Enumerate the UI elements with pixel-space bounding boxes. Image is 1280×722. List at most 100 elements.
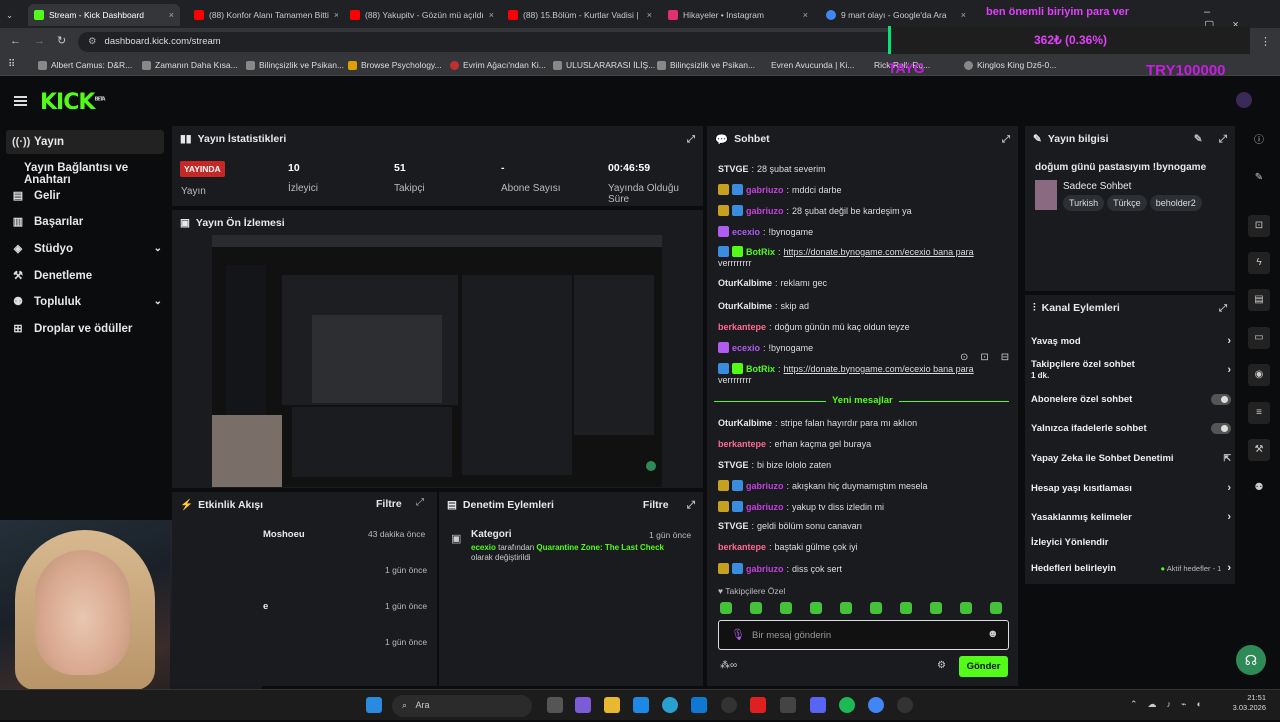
action-account-age[interactable]: Hesap yaşı kısıtlaması ›: [1031, 482, 1231, 494]
bookmark-7[interactable]: Evren Avucunda | Ki...: [771, 60, 854, 70]
youtube-icon[interactable]: [750, 697, 766, 713]
emote-icon[interactable]: [870, 602, 882, 614]
action-subs-only[interactable]: Abonelere özel sohbet: [1031, 394, 1231, 405]
apps-grid-icon[interactable]: ⠿: [8, 59, 15, 70]
mod-game[interactable]: Quarantine Zone: The Last Check: [536, 543, 664, 552]
bookmark-6[interactable]: Bilinçsizlik ve Psikan...: [657, 60, 755, 70]
list-rail-icon[interactable]: ≡: [1248, 402, 1270, 424]
expand-icon[interactable]: ⤢: [416, 497, 424, 508]
xbox-icon[interactable]: [780, 697, 796, 713]
bookmark-1[interactable]: Zamanın Daha Kısa...: [142, 60, 238, 70]
action-ai-moderation[interactable]: Yapay Zeka ile Sohbet Denetimi ⇱: [1031, 453, 1231, 464]
sidebar-item-yayin[interactable]: ((·)) Yayın: [6, 130, 164, 154]
chat-username[interactable]: OturKalbime: [718, 418, 772, 428]
emote-icon[interactable]: [960, 602, 972, 614]
teams-icon[interactable]: [575, 697, 591, 713]
bookmark-9[interactable]: Kinglos King Dz6-0...: [964, 60, 1056, 70]
action-banned-words[interactable]: Yasaklanmış kelimeler ›: [1031, 511, 1231, 523]
expand-icon[interactable]: ⤢: [1219, 133, 1227, 146]
copilot-icon[interactable]: [633, 697, 649, 713]
hamburger-menu-icon[interactable]: [14, 96, 27, 106]
tag[interactable]: beholder2: [1149, 195, 1202, 211]
sidebar-item-topluluk[interactable]: ⚉ Topluluk ⌄: [12, 295, 162, 309]
action-followers-only[interactable]: Takipçilere özel sohbet 1 dk. ›: [1031, 359, 1231, 381]
chat-username[interactable]: gabriuzo: [746, 481, 784, 491]
sidebar-item-denetleme[interactable]: ⚒ Denetleme: [12, 269, 162, 283]
tab-list-button[interactable]: ⌄: [0, 4, 22, 26]
obs-icon[interactable]: [897, 697, 913, 713]
emote-icon[interactable]: [900, 602, 912, 614]
action-raid[interactable]: İzleyici Yönlendir: [1031, 537, 1231, 548]
wrench-rail-icon[interactable]: ⚒: [1248, 439, 1270, 461]
chat-username[interactable]: BotRix: [746, 364, 775, 374]
chat-username[interactable]: ecexio: [732, 343, 760, 353]
bookmark-0[interactable]: Albert Camus: D&R...: [38, 60, 132, 70]
edge-icon[interactable]: [662, 697, 678, 713]
emote-icon[interactable]: [840, 602, 852, 614]
close-icon[interactable]: ×: [803, 10, 808, 20]
chat-username[interactable]: berkantepe: [718, 322, 766, 332]
bookmark-5[interactable]: ULUSLARARASI İLİŞ...: [553, 60, 655, 70]
chrome-icon[interactable]: [868, 697, 884, 713]
close-icon[interactable]: ×: [334, 10, 338, 20]
sidebar-item-studyo[interactable]: ◈ Stüdyo ⌄: [12, 242, 162, 256]
close-icon[interactable]: ×: [489, 10, 494, 20]
reload-icon[interactable]: ↻: [57, 34, 66, 47]
tab-3[interactable]: (88) 15.Bölüm - Kurtlar Vadisi | ×: [502, 4, 658, 26]
sidebar-item-stream-key[interactable]: Yayın Bağlantısı ve Anahtarı: [24, 162, 170, 186]
chat-username[interactable]: ecexio: [732, 227, 760, 237]
emote-icon[interactable]: [780, 602, 792, 614]
chat-username[interactable]: berkantepe: [718, 439, 766, 449]
avatar[interactable]: [1236, 92, 1252, 108]
expand-icon[interactable]: ⤢: [1219, 303, 1227, 314]
chat-username[interactable]: gabriuzo: [746, 185, 784, 195]
forward-icon[interactable]: →: [34, 35, 45, 47]
store-icon[interactable]: [691, 697, 707, 713]
mod-user[interactable]: ecexio: [471, 543, 496, 552]
folder-icon[interactable]: [604, 697, 620, 713]
chat-username[interactable]: gabriuzo: [746, 502, 784, 512]
send-button[interactable]: Gönder: [959, 656, 1008, 677]
clock[interactable]: 21:51 3.03.2026: [1222, 693, 1266, 713]
chat-text[interactable]: https://donate.bynogame.com/ecexio bana …: [784, 247, 974, 257]
gear-icon[interactable]: ⚙: [937, 660, 946, 671]
pencil-icon[interactable]: ✎: [1248, 167, 1270, 189]
toggle[interactable]: [1211, 423, 1231, 434]
chat-input[interactable]: 🎙 Bir mesaj gönderin ☻: [718, 620, 1009, 650]
chat-username[interactable]: BotRix: [746, 247, 775, 257]
chat-username[interactable]: OturKalbime: [718, 278, 772, 288]
bookmark-2[interactable]: Bilinçsizlik ve Psikan...: [246, 60, 344, 70]
spotify-icon[interactable]: [839, 697, 855, 713]
chat-settings-left-icon[interactable]: ⁂∞: [720, 660, 737, 671]
kick-logo[interactable]: KICKBETA: [40, 90, 106, 115]
activity-filter-button[interactable]: Filtre: [376, 498, 402, 510]
expand-icon[interactable]: ⤢: [687, 134, 695, 145]
chat-username[interactable]: OturKalbime: [718, 301, 772, 311]
emote-icon[interactable]: [990, 602, 1002, 614]
emoji-icon[interactable]: ☻: [987, 628, 999, 640]
bolt-rail-icon[interactable]: ϟ: [1248, 252, 1270, 274]
back-icon[interactable]: ←: [10, 35, 21, 47]
emote-icon[interactable]: [810, 602, 822, 614]
bookmark-3[interactable]: Browse Psychology...: [348, 60, 442, 70]
mic-icon[interactable]: 🎙: [731, 628, 745, 641]
chat-username[interactable]: berkantepe: [718, 542, 766, 552]
action-goals[interactable]: Hedefleri belirleyin ● Aktif hedefler - 1…: [1031, 562, 1231, 574]
system-tray[interactable]: ⌃☁♪⌁◐: [1130, 699, 1212, 710]
tag[interactable]: Turkish: [1063, 195, 1105, 211]
emote-icon[interactable]: [720, 602, 732, 614]
taskbar-search[interactable]: ⌕ Ara: [392, 695, 532, 717]
chat-username[interactable]: STVGE: [718, 521, 749, 531]
moderation-filter-button[interactable]: Filtre: [643, 499, 669, 511]
sidebar-item-droplar[interactable]: ⊞ Droplar ve ödüller: [12, 322, 162, 336]
chat-username[interactable]: STVGE: [718, 460, 749, 470]
expand-icon[interactable]: ⤢: [687, 499, 695, 512]
tab-0[interactable]: Stream - Kick Dashboard ×: [28, 4, 180, 26]
close-icon[interactable]: ×: [169, 10, 174, 20]
action-emotes-only[interactable]: Yalnızca ifadelerle sohbet: [1031, 423, 1231, 434]
chat-username[interactable]: STVGE: [718, 164, 749, 174]
discord-icon[interactable]: [810, 697, 826, 713]
document-rail-icon[interactable]: ▤: [1248, 289, 1270, 311]
sidebar-item-basarilar[interactable]: ▥ Başarılar: [12, 215, 162, 229]
expand-icon[interactable]: ⤢: [1002, 134, 1010, 145]
